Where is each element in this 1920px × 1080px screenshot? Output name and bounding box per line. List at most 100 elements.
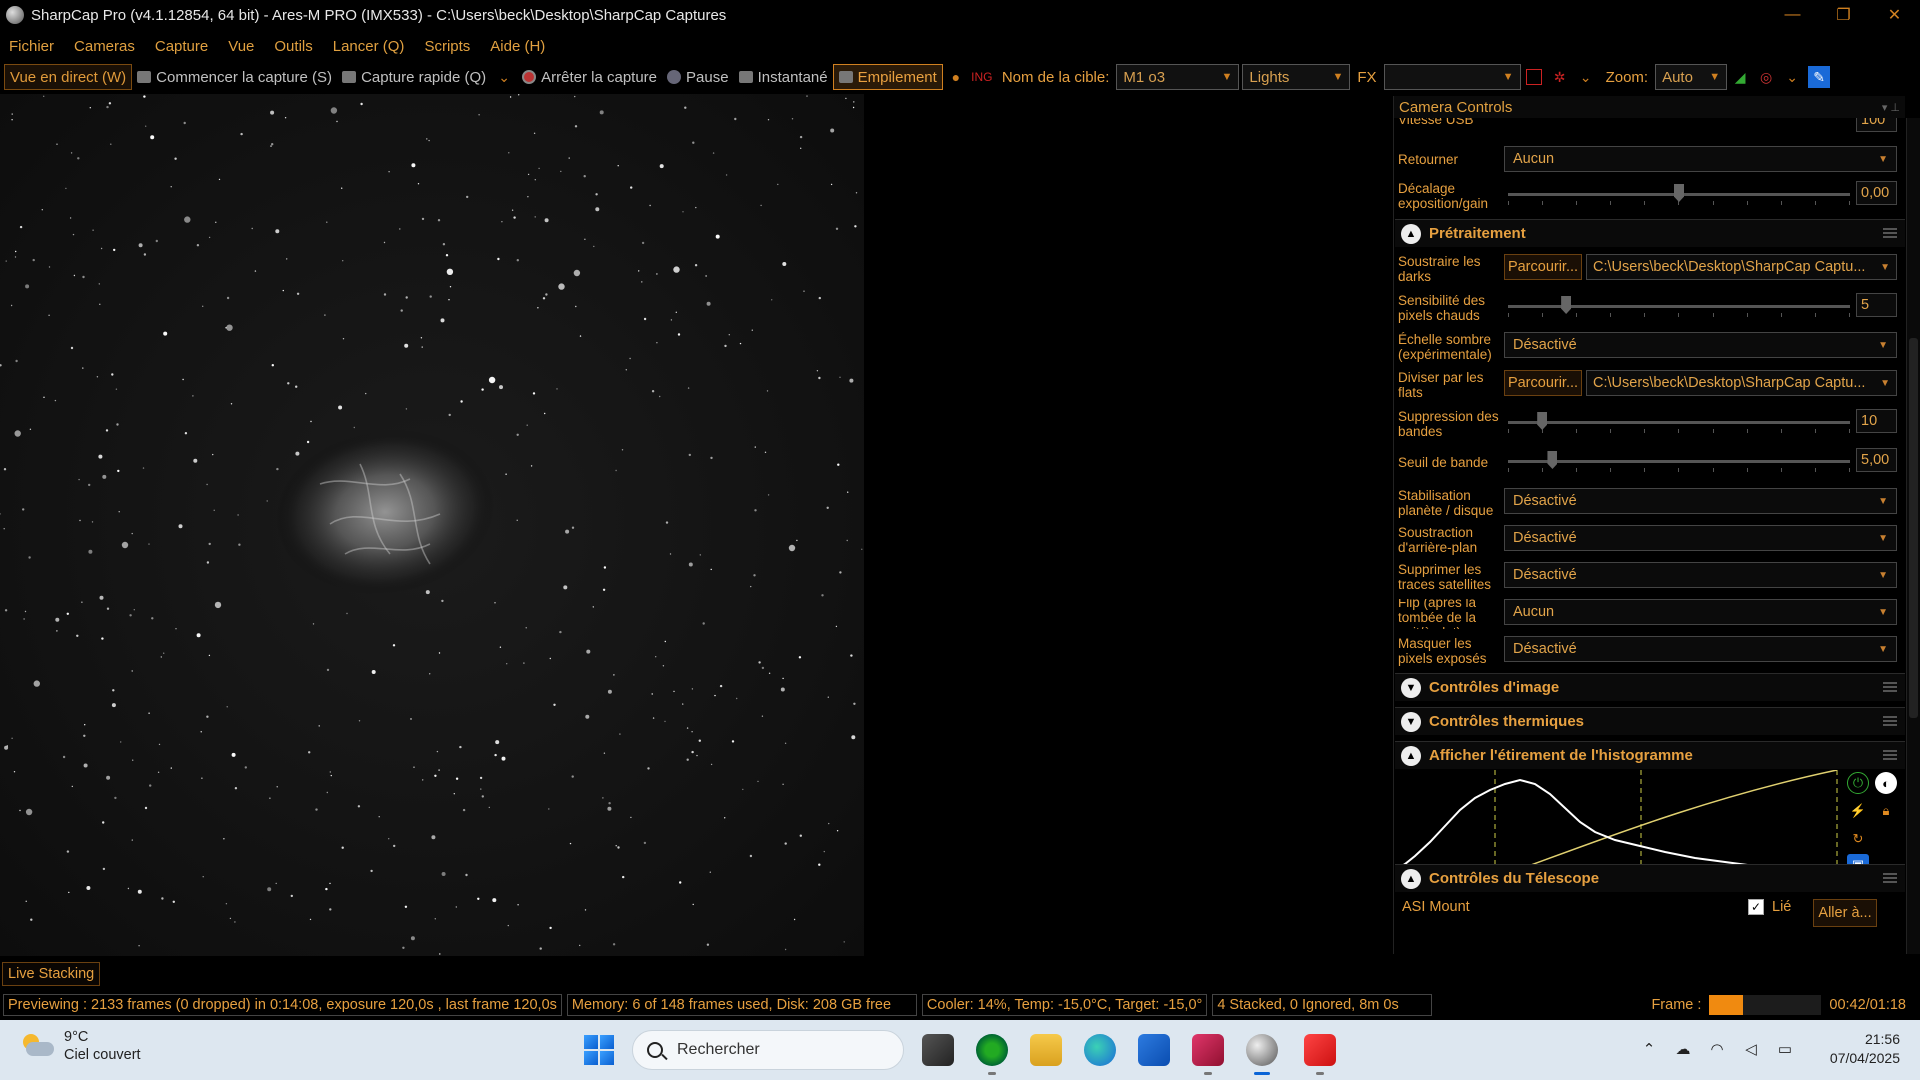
lock-icon[interactable]: 🔒︎ bbox=[1875, 800, 1897, 822]
quick-capture-dropdown-icon[interactable]: ⌄ bbox=[494, 67, 514, 87]
section-menu-icon[interactable] bbox=[1883, 682, 1897, 692]
flats-path-combo[interactable]: C:\Users\beck\Desktop\SharpCap Captu... ▼ bbox=[1586, 370, 1897, 396]
zoom-combo[interactable]: Auto ▼ bbox=[1655, 64, 1728, 90]
preprocessing-section-header[interactable]: ▲ Prétraitement bbox=[1395, 219, 1905, 247]
band-threshold-slider-knob[interactable] bbox=[1547, 451, 1558, 469]
start-capture-button[interactable]: Commencer la capture (S) bbox=[132, 64, 337, 90]
menu-cameras[interactable]: Cameras bbox=[74, 38, 135, 55]
flats-browse-button[interactable]: Parcourir... bbox=[1504, 370, 1582, 396]
chevron-down-icon[interactable]: ⌄ bbox=[1576, 67, 1596, 87]
menu-lancer[interactable]: Lancer (Q) bbox=[333, 38, 405, 55]
usb-speed-value[interactable]: 100 bbox=[1856, 118, 1897, 132]
menu-capture[interactable]: Capture bbox=[155, 38, 208, 55]
menu-scripts[interactable]: Scripts bbox=[424, 38, 470, 55]
thermal-controls-section-header[interactable]: ▼ Contrôles thermiques bbox=[1395, 707, 1905, 735]
band-threshold-value[interactable]: 5,00 bbox=[1856, 448, 1897, 472]
fx-combo[interactable]: ▼ bbox=[1383, 64, 1521, 90]
wifi-icon[interactable]: ◠ bbox=[1704, 1038, 1730, 1060]
mask-combo[interactable]: Désactivé ▼ bbox=[1504, 636, 1897, 662]
live-view-button[interactable]: Vue en direct (W) bbox=[4, 64, 133, 90]
telescope-section-header[interactable]: ▲ Contrôles du Télescope bbox=[1395, 864, 1905, 892]
focus-assist-icon[interactable]: ◎ bbox=[1756, 67, 1776, 87]
linked-checkbox-row[interactable]: ✓ Lié bbox=[1748, 899, 1791, 915]
expand-arrow-icon[interactable]: ▼ bbox=[1401, 677, 1421, 698]
reticle-box-icon[interactable] bbox=[1525, 69, 1542, 85]
menu-fichier[interactable]: Fichier bbox=[9, 38, 54, 55]
moon-icon[interactable]: ● bbox=[946, 67, 966, 87]
band-threshold-slider-track[interactable] bbox=[1508, 460, 1850, 463]
menu-outils[interactable]: Outils bbox=[274, 38, 312, 55]
close-button[interactable]: ✕ bbox=[1869, 0, 1920, 30]
hot-pixel-value[interactable]: 5 bbox=[1856, 293, 1897, 317]
minimize-button[interactable]: — bbox=[1767, 0, 1818, 30]
snapshot-button[interactable]: Instantané bbox=[734, 64, 833, 90]
background-subtraction-combo[interactable]: Désactivé ▼ bbox=[1504, 525, 1897, 551]
banding-slider-knob[interactable] bbox=[1537, 412, 1548, 430]
offset-slider-knob[interactable] bbox=[1674, 184, 1684, 202]
darks-path-combo[interactable]: C:\Users\beck\Desktop\SharpCap Captu... ▼ bbox=[1586, 254, 1897, 280]
scrollbar-thumb[interactable] bbox=[1909, 338, 1918, 718]
chevron-up-icon[interactable]: ⌃ bbox=[1636, 1038, 1662, 1060]
microsoft-store-icon[interactable] bbox=[1138, 1034, 1170, 1066]
live-stacking-tab[interactable]: Live Stacking bbox=[2, 962, 101, 986]
hot-pixel-slider-track[interactable] bbox=[1508, 305, 1850, 308]
power-icon[interactable]: ⏻ bbox=[1847, 772, 1869, 794]
linked-checkbox[interactable]: ✓ bbox=[1748, 899, 1764, 915]
image-viewer[interactable] bbox=[0, 94, 864, 956]
edge-browser-icon[interactable] bbox=[1084, 1034, 1116, 1066]
collapse-arrow-icon[interactable]: ▲ bbox=[1401, 868, 1421, 889]
hot-pixel-slider-knob[interactable] bbox=[1561, 296, 1572, 314]
section-menu-icon[interactable] bbox=[1883, 716, 1897, 726]
chevron-down-icon[interactable]: ⌄ bbox=[1782, 67, 1802, 87]
goto-button[interactable]: Aller à... bbox=[1813, 899, 1877, 927]
contrast-icon[interactable]: ◐ bbox=[1875, 772, 1897, 794]
section-menu-icon[interactable] bbox=[1883, 750, 1897, 760]
file-explorer-icon[interactable] bbox=[1030, 1034, 1062, 1066]
expand-arrow-icon[interactable]: ▼ bbox=[1401, 711, 1421, 732]
histogram-stretch[interactable]: ⏻ ◐ ⚡ 🔒︎ ↻ ▣ bbox=[1394, 769, 1905, 879]
battery-icon[interactable]: ▭ bbox=[1772, 1038, 1798, 1060]
darks-browse-button[interactable]: Parcourir... bbox=[1504, 254, 1582, 280]
red-app-icon[interactable] bbox=[1192, 1034, 1224, 1075]
reset-icon[interactable]: ↻ bbox=[1847, 828, 1869, 850]
start-button[interactable] bbox=[584, 1035, 614, 1065]
banding-value[interactable]: 10 bbox=[1856, 409, 1897, 433]
polar-align-icon[interactable]: ✎ bbox=[1808, 66, 1831, 88]
taskbar-search[interactable]: Rechercher bbox=[632, 1030, 904, 1070]
target-name-combo[interactable]: M1 o3 ▼ bbox=[1116, 64, 1240, 90]
flip-flat-combo[interactable]: Aucun ▼ bbox=[1504, 599, 1897, 625]
quick-capture-button[interactable]: Capture rapide (Q) bbox=[337, 64, 491, 90]
anydesk-icon[interactable] bbox=[1304, 1034, 1336, 1075]
taskbar-clock[interactable]: 21:56 07/04/2025 bbox=[1830, 1030, 1900, 1068]
banding-slider-track[interactable] bbox=[1508, 421, 1850, 424]
ing-target-icon[interactable]: ING bbox=[971, 67, 992, 87]
task-view-icon[interactable] bbox=[922, 1034, 954, 1066]
dark-scale-combo[interactable]: Désactivé ▼ bbox=[1504, 332, 1897, 358]
pause-button[interactable]: Pause bbox=[662, 64, 734, 90]
flip-combo[interactable]: Aucun ▼ bbox=[1504, 146, 1897, 172]
histogram-section-header[interactable]: ▲ Afficher l'étirement de l'histogramme bbox=[1395, 741, 1905, 769]
stop-capture-button[interactable]: Arrêter la capture bbox=[517, 64, 662, 90]
section-menu-icon[interactable] bbox=[1883, 228, 1897, 238]
frame-type-combo[interactable]: Lights ▼ bbox=[1242, 64, 1351, 90]
menu-vue[interactable]: Vue bbox=[228, 38, 254, 55]
crosshair-icon[interactable]: ✲ bbox=[1550, 67, 1570, 87]
image-controls-section-header[interactable]: ▼ Contrôles d'image bbox=[1395, 673, 1905, 701]
weather-widget[interactable]: 9°C Ciel couvert bbox=[20, 1028, 141, 1064]
offset-value[interactable]: 0,00 bbox=[1856, 181, 1897, 205]
panel-scrollbar[interactable] bbox=[1906, 118, 1920, 954]
volume-icon[interactable]: ◁ bbox=[1738, 1038, 1764, 1060]
astro-app-icon[interactable] bbox=[976, 1034, 1008, 1075]
stabilization-combo[interactable]: Désactivé ▼ bbox=[1504, 488, 1897, 514]
histogram-chart[interactable] bbox=[1394, 769, 1841, 879]
collapse-arrow-icon[interactable]: ▲ bbox=[1401, 223, 1421, 244]
restore-button[interactable]: ❐ bbox=[1818, 0, 1869, 30]
satellite-combo[interactable]: Désactivé ▼ bbox=[1504, 562, 1897, 588]
onedrive-icon[interactable]: ☁ bbox=[1670, 1038, 1696, 1060]
pin-icon[interactable]: ▾ ⊥ bbox=[1882, 101, 1900, 114]
sharpcap-taskbar-icon[interactable] bbox=[1246, 1034, 1278, 1075]
menu-aide[interactable]: Aide (H) bbox=[490, 38, 545, 55]
section-menu-icon[interactable] bbox=[1883, 873, 1897, 883]
histogram-mini-icon[interactable]: ◢ bbox=[1730, 67, 1750, 87]
stacking-button[interactable]: Empilement bbox=[832, 64, 943, 90]
